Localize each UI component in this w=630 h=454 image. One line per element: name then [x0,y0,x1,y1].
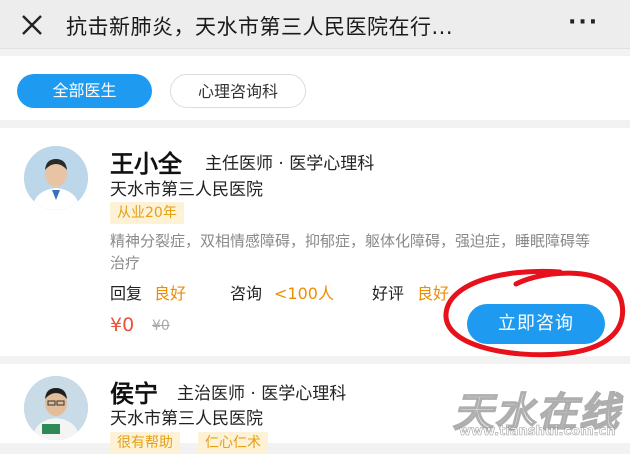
specialty-text: 精神分裂症，双相情感障碍，抑郁症，躯体化障碍，强迫症，睡眠障碍等治疗 [110,232,591,272]
doctor-title: 主治医师 · 医学心理科 [177,384,347,404]
review-tag: 仁心仁术 [198,432,268,454]
page-title: 抗击新肺炎，天水市第三人民医院在行... [66,15,454,39]
filter-all-doctors[interactable]: 全部医生 [17,74,152,108]
original-price: ¥0 [152,318,170,334]
consult-price: ¥0 [110,314,135,336]
rating-value: 良好 [417,284,450,303]
more-options-button[interactable]: ··· [568,10,599,35]
filter-psychology[interactable]: 心理咨询科 [170,74,306,108]
close-icon[interactable] [18,11,46,39]
consult-label: 咨询 [230,284,263,303]
avatar [24,376,88,440]
doctor-title: 主任医师 · 医学心理科 [205,154,375,174]
filter-bar: 全部医生 心理咨询科 [0,56,630,120]
rating-label: 好评 [372,284,405,303]
doctor-card[interactable]: 侯宁 主治医师 · 医学心理科 天水市第三人民医院 很有帮助 仁心仁术 [0,364,630,454]
title-bar: 抗击新肺炎，天水市第三人民医院在行... ··· [0,0,630,49]
hospital-name: 天水市第三人民医院 [110,180,263,200]
hospital-name: 天水市第三人民医院 [110,409,263,429]
reply-label: 回复 [110,284,143,303]
consult-now-button[interactable]: 立即咨询 [467,304,605,344]
review-tag: 很有帮助 [110,432,180,454]
consult-value: <100人 [274,284,334,303]
reply-value: 良好 [154,284,187,303]
doctor-name: 王小全 [110,150,182,178]
avatar [24,146,88,210]
experience-tag: 从业20年 [110,202,184,224]
doctor-card[interactable]: 王小全 主任医师 · 医学心理科 天水市第三人民医院 从业20年 精神分裂症，双… [0,128,630,356]
